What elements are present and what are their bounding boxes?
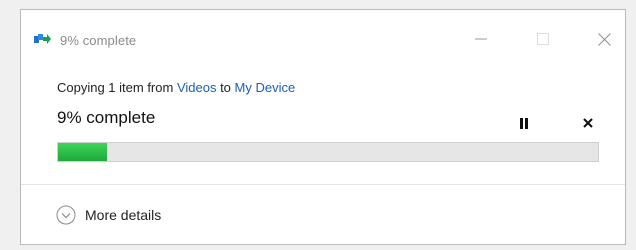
window-title: 9% complete — [60, 33, 137, 48]
maximize-button[interactable] — [523, 24, 563, 54]
footer-divider — [21, 184, 625, 185]
file-copy-icon — [34, 34, 51, 44]
close-icon — [597, 32, 611, 46]
pause-icon — [520, 117, 528, 129]
cancel-icon — [583, 118, 593, 128]
copy-prefix: Copying 1 item from — [57, 80, 177, 95]
more-details-label: More details — [85, 207, 162, 223]
more-details-button[interactable]: More details — [56, 204, 161, 226]
copy-middle: to — [216, 80, 235, 95]
minimize-icon — [475, 38, 487, 40]
close-button[interactable] — [584, 24, 624, 54]
progress-bar — [57, 142, 599, 162]
progress-fill — [58, 143, 107, 161]
minimize-button[interactable] — [461, 24, 501, 54]
progress-status: 9% complete — [57, 108, 156, 127]
copy-dialog: 9% complete Copying 1 item from Videos t… — [20, 9, 626, 245]
destination-link[interactable]: My Device — [235, 80, 296, 95]
cancel-button[interactable] — [575, 110, 601, 136]
chevron-down-icon — [56, 205, 76, 225]
title-bar[interactable]: 9% complete — [21, 10, 625, 56]
pause-button[interactable] — [511, 110, 537, 136]
maximize-icon — [537, 33, 549, 45]
source-link[interactable]: Videos — [177, 80, 217, 95]
copy-description: Copying 1 item from Videos to My Device — [57, 80, 295, 95]
